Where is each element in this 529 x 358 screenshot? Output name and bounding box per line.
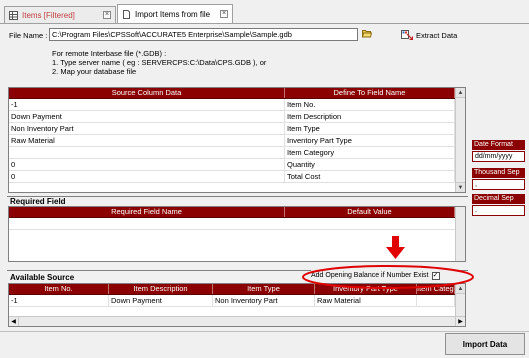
cell-source[interactable]: 0 [9,159,285,170]
annotation-highlight [302,236,474,289]
tab-label: Import Items from file [135,9,211,19]
mapping-grid-header: Source Column Data Define To Field Name [9,88,455,99]
tab-import-items[interactable]: Import Items from file × [117,4,233,23]
cell-item-no[interactable]: -1 [9,295,109,306]
scroll-up-icon[interactable]: ▲ [456,88,465,98]
scroll-down-icon[interactable]: ▼ [456,182,465,192]
highlight-ellipse [302,265,474,289]
cell-source[interactable]: Raw Material [9,135,285,146]
decimal-sep-label: Decimal Sep [472,194,525,204]
remote-file-hint-step2: 2. Map your database file [52,67,137,76]
arrow-shaft [392,236,399,247]
column-mapping-grid: Source Column Data Define To Field Name … [8,87,466,193]
cell-source[interactable]: Down Payment [9,111,285,122]
table-row[interactable]: -1 Item No. [9,99,455,111]
import-data-button[interactable]: Import Data [445,333,525,355]
column-header-default-value[interactable]: Default Value [285,207,455,217]
document-icon [122,9,131,19]
cell-source[interactable]: Non Inventory Part [9,123,285,134]
cell-inventory-part-type[interactable]: Raw Material [315,295,417,306]
required-grid-header: Required Field Name Default Value [9,207,455,218]
cell-field[interactable]: Item Category [285,147,455,158]
table-row[interactable]: -1 Down Payment Non Inventory Part Raw M… [9,295,455,307]
mapping-grid-body: -1 Item No. Down Payment Item Description … [9,99,455,183]
column-header-item-description[interactable]: Item Description [109,284,213,294]
table-row[interactable]: 0 Quantity [9,159,455,171]
thousand-sep-input[interactable]: , [472,179,525,190]
cell-field[interactable]: Inventory Part Type [285,135,455,146]
remote-file-hint-step1: 1. Type server name ( eg : SERVERCPS:C:\… [52,58,267,67]
cell-field[interactable]: Item No. [285,99,455,110]
cell-field[interactable]: Total Cost [285,171,455,182]
table-row[interactable]: Raw Material Inventory Part Type [9,135,455,147]
decimal-sep-input[interactable]: . [472,205,525,216]
thousand-sep-label: Thousand Sep [472,168,525,178]
table-row[interactable]: Non Inventory Part Item Type [9,123,455,135]
cell-source[interactable] [9,147,285,158]
folder-open-icon[interactable] [361,29,373,38]
grid-icon [9,10,18,20]
column-header-define-to[interactable]: Define To Field Name [285,88,455,98]
available-source-title: Available Source [10,273,75,282]
arrow-down-icon [386,247,405,259]
date-format-label: Date Format [472,140,525,150]
table-row[interactable]: Item Category [9,147,455,159]
required-field-title: Required Field [10,197,66,206]
mapping-grid-scrollbar[interactable]: ▲ ▼ [455,88,465,192]
cell-field[interactable]: Item Description [285,111,455,122]
scroll-left-icon[interactable]: ◀ [9,317,19,326]
tab-items-filtered[interactable]: Items [Filtered] × [4,6,116,23]
cell-field[interactable]: Item Type [285,123,455,134]
date-format-input[interactable]: dd/mm/yyyy [472,151,525,162]
cell-item-category[interactable] [417,295,455,306]
column-header-source[interactable]: Source Column Data [9,88,285,98]
available-grid-hscrollbar[interactable]: ◀ ▶ [9,316,465,326]
extract-data-icon[interactable] [401,28,414,41]
cell-source[interactable]: 0 [9,171,285,182]
table-row[interactable]: 0 Total Cost [9,171,455,183]
cell-item-type[interactable]: Non Inventory Part [213,295,315,306]
file-name-input[interactable]: C:\Program Files\CPSSoft\ACCURATE5 Enter… [49,28,358,41]
extract-data-label[interactable]: Extract Data [416,31,457,40]
cell-source[interactable]: -1 [9,99,285,110]
file-name-label: File Name : [9,31,48,40]
column-header-required-field[interactable]: Required Field Name [9,207,285,217]
close-tab-icon[interactable]: × [220,10,228,18]
required-grid-empty-row[interactable] [9,218,455,230]
close-tab-icon[interactable]: × [103,11,111,19]
table-row[interactable]: Down Payment Item Description [9,111,455,123]
cell-field[interactable]: Quantity [285,159,455,170]
cell-item-description[interactable]: Down Payment [109,295,213,306]
tab-label: Items [Filtered] [22,10,75,20]
remote-file-hint: For remote Interbase file (*.GDB) : [52,49,167,58]
column-header-item-no[interactable]: Item No. [9,284,109,294]
scroll-right-icon[interactable]: ▶ [455,317,465,326]
